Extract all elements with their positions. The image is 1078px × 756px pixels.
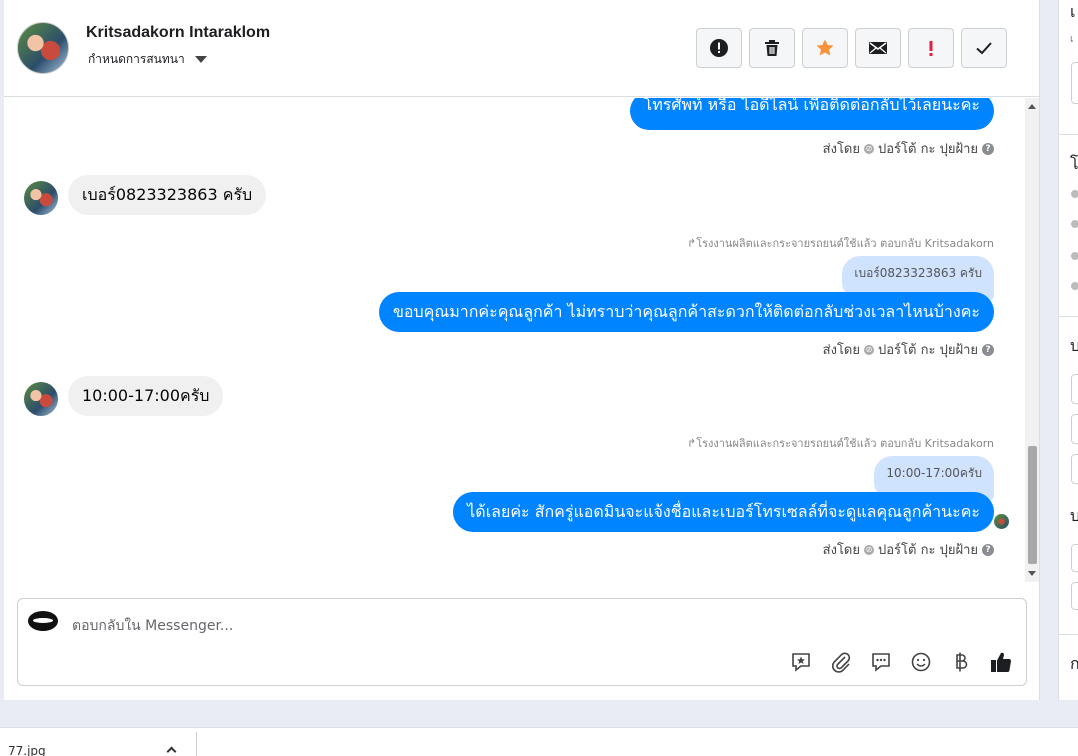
- message-incoming[interactable]: เบอร์0823323863 ครับ: [68, 175, 267, 215]
- exclamation-icon: [929, 41, 933, 56]
- sidebar-field[interactable]: [1071, 582, 1078, 610]
- sidebar-fragment: เ: [1070, 2, 1076, 21]
- sidebar-field[interactable]: [1071, 374, 1078, 404]
- reply-note: ↱โรงงานผลิตและกระจายรถยนต์ใช้แล้ว ตอบกลั…: [687, 234, 994, 252]
- sidebar-fragment: เ: [1070, 34, 1074, 45]
- baht-icon[interactable]: [948, 649, 974, 675]
- saved-reply-icon[interactable]: [788, 649, 814, 675]
- contact-avatar-small[interactable]: [24, 181, 58, 215]
- sidebar-icon: [1071, 252, 1078, 260]
- spam-button[interactable]: [908, 28, 954, 68]
- download-divider: [196, 732, 197, 756]
- download-bar: 77.jpg: [0, 727, 1078, 756]
- composer-input[interactable]: ตอบกลับใน Messenger...: [72, 615, 233, 637]
- app: Kritsadakorn Intaraklom กำหนดการสนทนา โท…: [0, 0, 1078, 756]
- emoji-icon[interactable]: [908, 649, 934, 675]
- assign-conversation-dropdown[interactable]: กำหนดการสนทนา: [88, 50, 207, 69]
- assign-label: กำหนดการสนทนา: [88, 52, 185, 66]
- conversation-header: Kritsadakorn Intaraklom กำหนดการสนทนา: [4, 0, 1040, 97]
- message-thread: โทรศัพท์ หรือ ไอดีไลน์ เพื่อติดต่อกลับไว…: [4, 98, 1024, 582]
- download-file-name[interactable]: 77.jpg: [8, 744, 46, 756]
- sent-by-line: ส่งโดย ⊘ ปอร์โต้ กะ ปุยฝ้าย ?: [823, 138, 994, 159]
- chat-icon[interactable]: [868, 649, 894, 675]
- sidebar-divider: [1059, 316, 1078, 317]
- ban-icon: ⊘: [864, 143, 874, 154]
- sent-by-prefix: ส่งโดย: [822, 543, 860, 558]
- attachment-icon[interactable]: [828, 649, 854, 675]
- caret-down-icon: [194, 56, 207, 63]
- ban-icon: ⊘: [864, 544, 874, 555]
- conversation-panel: Kritsadakorn Intaraklom กำหนดการสนทนา โท…: [4, 0, 1040, 700]
- header-actions: [696, 28, 1007, 68]
- star-button[interactable]: [802, 28, 848, 68]
- report-button[interactable]: [696, 28, 742, 68]
- sidebar-field[interactable]: [1071, 62, 1078, 104]
- reply-note: ↱โรงงานผลิตและกระจายรถยนต์ใช้แล้ว ตอบกลั…: [687, 434, 994, 452]
- sidebar-icon: [1071, 220, 1078, 228]
- scroll-up-arrow-icon[interactable]: [1028, 104, 1036, 109]
- envelope-icon: [869, 42, 887, 54]
- composer-tools: [788, 649, 1014, 675]
- sidebar-icon: [1071, 190, 1078, 198]
- sent-by-line: ส่งโดย ⊘ ปอร์โต้ กะ ปุยฝ้าย ?: [823, 539, 994, 560]
- sidebar-icon: [1071, 282, 1078, 290]
- alert-circle-icon: [710, 39, 728, 57]
- message-outgoing[interactable]: โทรศัพท์ หรือ ไอดีไลน์ เพื่อติดต่อกลับไว…: [629, 98, 994, 130]
- right-sidebar: เ เ โ บ บ ก: [1058, 0, 1078, 700]
- scroll-thumb[interactable]: [1028, 446, 1037, 564]
- contact-name[interactable]: Kritsadakorn Intaraklom: [86, 24, 270, 42]
- contact-avatar-small[interactable]: [24, 382, 58, 416]
- sent-by-name[interactable]: ปอร์โต้ กะ ปุยฝ้าย: [878, 138, 978, 159]
- page-avatar: [28, 611, 58, 631]
- check-icon: [976, 42, 992, 55]
- reply-note-text: โรงงานผลิตและกระจายรถยนต์ใช้แล้ว ตอบกลับ…: [696, 237, 994, 250]
- sidebar-fragment: โ: [1070, 154, 1078, 173]
- help-icon[interactable]: ?: [982, 142, 994, 155]
- sent-by-name[interactable]: ปอร์โต้ กะ ปุยฝ้าย: [878, 539, 978, 560]
- sent-by-name[interactable]: ปอร์โต้ กะ ปุยฝ้าย: [878, 339, 978, 360]
- sidebar-divider: [1059, 134, 1078, 135]
- help-icon[interactable]: ?: [982, 343, 994, 356]
- sidebar-fragment: ก: [1070, 652, 1078, 677]
- sidebar-fragment: บ: [1070, 504, 1078, 529]
- trash-icon: [765, 40, 779, 56]
- sidebar-divider: [1059, 634, 1078, 635]
- reply-arrow-icon: ↱: [686, 237, 697, 250]
- message-composer[interactable]: ตอบกลับใน Messenger...: [17, 598, 1027, 686]
- scroll-down-arrow-icon[interactable]: [1028, 571, 1036, 576]
- sidebar-fragment: บ: [1070, 334, 1078, 359]
- sent-by-prefix: ส่งโดย: [822, 343, 860, 358]
- delete-button[interactable]: [749, 28, 795, 68]
- sent-by-line: ส่งโดย ⊘ ปอร์โต้ กะ ปุยฝ้าย ?: [823, 339, 994, 360]
- reply-arrow-icon: ↱: [686, 437, 697, 450]
- contact-avatar[interactable]: [17, 22, 69, 74]
- mark-unread-button[interactable]: [855, 28, 901, 68]
- like-icon[interactable]: [988, 649, 1014, 675]
- ban-icon: ⊘: [864, 344, 874, 355]
- sidebar-field[interactable]: [1071, 454, 1078, 484]
- seen-avatar: [994, 514, 1009, 529]
- chevron-up-icon[interactable]: [166, 746, 177, 756]
- help-icon[interactable]: ?: [982, 543, 994, 556]
- reply-note-text: โรงงานผลิตและกระจายรถยนต์ใช้แล้ว ตอบกลับ…: [696, 437, 994, 450]
- sent-by-prefix: ส่งโดย: [822, 142, 860, 157]
- star-icon: [816, 39, 834, 56]
- message-incoming[interactable]: 10:00-17:00ครับ: [68, 376, 224, 416]
- sidebar-field[interactable]: [1071, 414, 1078, 444]
- message-outgoing[interactable]: ขอบคุณมากค่ะคุณลูกค้า ไม่ทราบว่าคุณลูกค้…: [378, 292, 994, 332]
- thread-scrollbar[interactable]: [1025, 98, 1039, 582]
- message-outgoing[interactable]: ได้เลยค่ะ สักครู่แอดมินจะแจ้งชื่อและเบอร…: [453, 492, 994, 532]
- sidebar-field[interactable]: [1071, 544, 1078, 572]
- mark-done-button[interactable]: [961, 28, 1007, 68]
